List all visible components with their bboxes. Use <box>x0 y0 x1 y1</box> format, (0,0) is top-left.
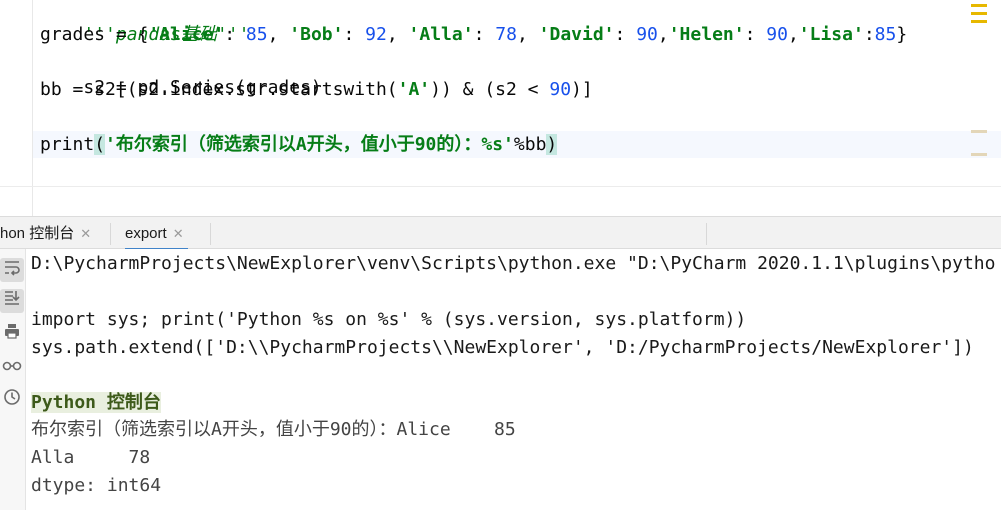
matched-paren: ) <box>546 134 558 155</box>
editor-gutter <box>0 0 33 216</box>
string-literal: 'Helen' <box>668 24 745 45</box>
tab-label: hon 控制台 <box>0 225 75 242</box>
close-icon[interactable]: ✕ <box>80 226 91 241</box>
python-console-label: Python 控制台 <box>31 392 161 413</box>
soft-wrap-icon[interactable] <box>0 258 24 282</box>
code-text: } <box>896 24 908 45</box>
console-line: D:\PycharmProjects\NewExplorer\venv\Scri… <box>31 253 996 274</box>
code-text: , <box>787 24 799 45</box>
code-text: , <box>267 24 290 45</box>
string-literal: 'Bob' <box>289 24 344 45</box>
number-literal: 85 <box>874 24 897 45</box>
print-icon[interactable] <box>0 322 24 346</box>
code-line-series[interactable]: s2 = pd.Series(grades) <box>40 49 321 98</box>
code-line-grades[interactable]: grades = {'Alice': 85, 'Bob': 92, 'Alla'… <box>40 22 907 48</box>
tab-label: export <box>125 225 167 242</box>
console-line: import sys; print('Python %s on %s' % (s… <box>31 309 747 330</box>
code-line-print[interactable]: print('布尔索引（筛选索引以A开头，值小于90的）：%s'%bb) <box>40 132 558 158</box>
console-output-line: dtype: int64 <box>31 475 162 496</box>
weak-warning-marker[interactable] <box>971 130 987 133</box>
code-text: )] <box>571 79 593 100</box>
console-label-line: Python 控制台 <box>31 390 161 416</box>
history-icon[interactable] <box>0 388 24 412</box>
weak-warning-marker[interactable] <box>971 153 987 156</box>
code-editor[interactable]: '''pandas基础''' grades = {'Alice': 85, 'B… <box>0 0 1001 216</box>
code-text: : <box>343 24 366 45</box>
code-text: : <box>473 24 496 45</box>
code-text: print <box>40 134 95 155</box>
number-literal: 90 <box>549 79 572 100</box>
number-literal: 90 <box>766 24 788 45</box>
number-literal: 92 <box>365 24 387 45</box>
code-text: , <box>516 24 539 45</box>
number-literal: 78 <box>495 24 517 45</box>
tab-divider <box>110 223 111 245</box>
glasses-icon[interactable] <box>0 356 24 380</box>
editor-bottom-divider <box>0 186 1001 187</box>
code-line-filter[interactable]: bb = s2[(s2.index.str.startswith('A')) &… <box>40 77 593 103</box>
code-text: %bb <box>513 134 547 155</box>
matched-paren: ( <box>94 134 106 155</box>
console-line: sys.path.extend(['D:\\PycharmProjects\\N… <box>31 337 974 358</box>
code-text: , <box>657 24 669 45</box>
number-literal: 85 <box>245 24 268 45</box>
code-text: : <box>744 24 767 45</box>
warning-marker[interactable] <box>971 12 987 15</box>
string-literal: 'David' <box>538 24 615 45</box>
code-text: , <box>386 24 409 45</box>
run-tool-window-tabs: hon 控制台 ✕ export ✕ <box>0 216 1001 251</box>
tab-divider <box>706 223 707 245</box>
string-literal: 'A' <box>397 79 431 100</box>
tab-divider <box>210 223 211 245</box>
code-text: )) & (s2 < <box>430 79 550 100</box>
code-text: bb = s2[(s2.index.str.startswith( <box>40 79 398 100</box>
code-text: grades = { <box>40 24 149 45</box>
scroll-to-end-icon[interactable] <box>0 289 24 313</box>
close-icon[interactable]: ✕ <box>173 226 184 241</box>
tab-export[interactable]: export ✕ <box>125 217 188 251</box>
console-output[interactable]: D:\PycharmProjects\NewExplorer\venv\Scri… <box>0 249 1001 510</box>
code-text: : <box>224 24 246 45</box>
tab-python-console[interactable]: hon 控制台 ✕ <box>0 217 91 250</box>
console-output-line: 布尔索引（筛选索引以A开头，值小于90的）：Alice 85 <box>31 419 516 440</box>
code-text: : <box>863 24 875 45</box>
console-toolbar <box>0 249 26 510</box>
code-text: : <box>614 24 637 45</box>
code-line-docstring[interactable]: '''pandas基础''' <box>40 0 249 45</box>
string-literal: '布尔索引（筛选索引以A开头，值小于90的）：%s' <box>105 134 514 155</box>
console-output-line: Alla 78 <box>31 447 151 468</box>
string-literal: 'Alice' <box>148 24 225 45</box>
number-literal: 90 <box>636 24 658 45</box>
string-literal: 'Alla' <box>408 24 474 45</box>
string-literal: 'Lisa' <box>798 24 864 45</box>
warning-marker[interactable] <box>971 4 987 7</box>
error-stripe[interactable] <box>967 0 1001 216</box>
warning-marker[interactable] <box>971 20 987 23</box>
